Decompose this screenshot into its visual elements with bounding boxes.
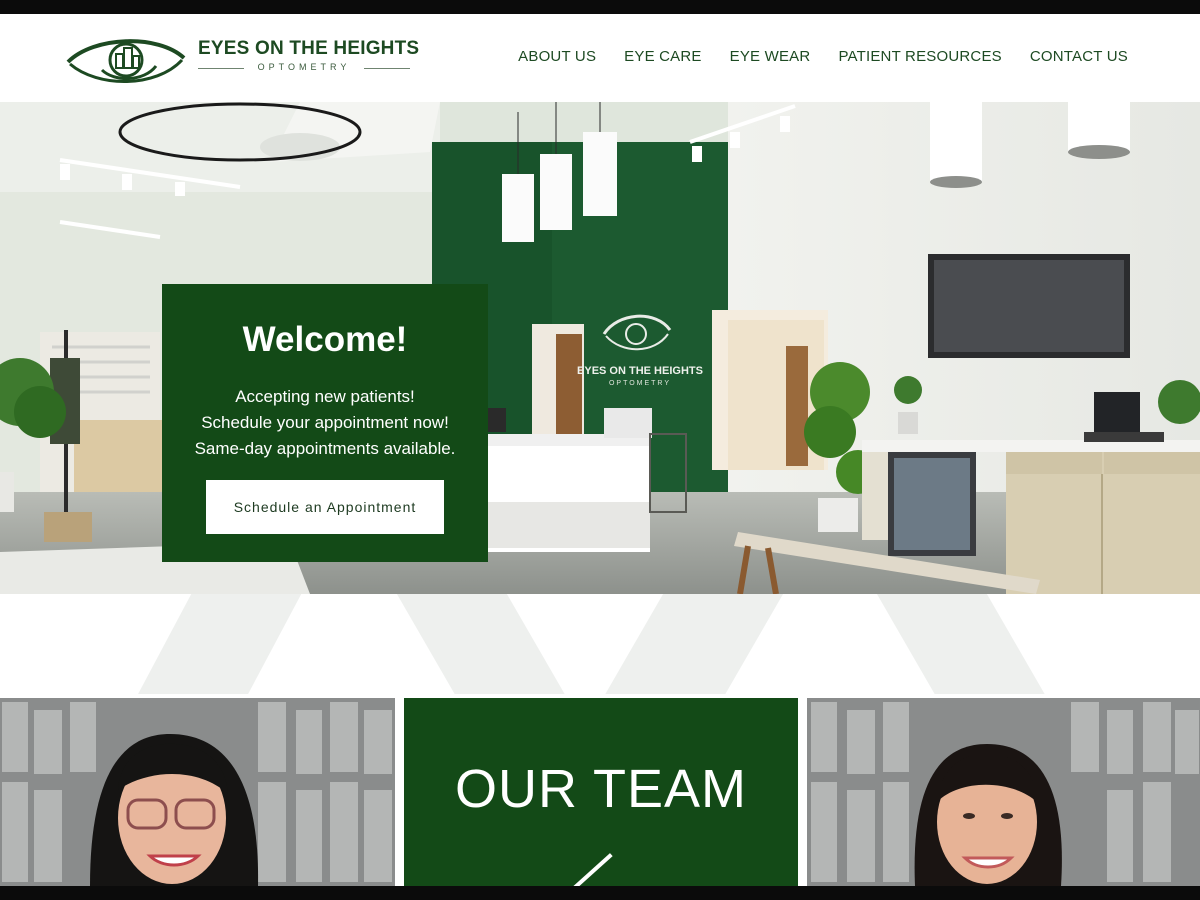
nav-about-us[interactable]: ABOUT US <box>518 48 596 65</box>
logo-tagline: OPTOMETRY <box>198 62 410 72</box>
team-member-photo-right[interactable] <box>807 698 1200 886</box>
site-header: EYES ON THE HEIGHTS OPTOMETRY ABOUT US E… <box>0 14 1200 102</box>
page: EYES ON THE HEIGHTS OPTOMETRY ABOUT US E… <box>0 14 1200 886</box>
site-logo[interactable]: EYES ON THE HEIGHTS OPTOMETRY <box>64 30 419 88</box>
our-team-panel[interactable]: OUR TEAM <box>404 698 798 886</box>
team-member-portrait <box>807 698 1200 886</box>
window-top-edge <box>0 0 1200 14</box>
hero-section: EYES ON THE HEIGHTS OPTOMETRY Welcome! Ac… <box>0 102 1200 594</box>
team-member-photo-left[interactable] <box>0 698 395 886</box>
welcome-text: Accepting new patients! Schedule your ap… <box>162 384 488 462</box>
our-team-heading: OUR TEAM <box>454 759 748 819</box>
eye-logo-icon <box>66 39 186 83</box>
logo-title: EYES ON THE HEIGHTS <box>198 38 420 59</box>
nav-contact-us[interactable]: CONTACT US <box>1030 48 1128 65</box>
nav-eye-care[interactable]: EYE CARE <box>624 48 701 65</box>
nav-patient-resources[interactable]: PATIENT RESOURCES <box>838 48 1001 65</box>
window-bottom-edge <box>0 886 1200 900</box>
divider-slash <box>571 853 613 886</box>
team-member-portrait <box>0 698 395 886</box>
welcome-line: Same-day appointments available. <box>194 439 456 458</box>
wall-sign-subtitle: OPTOMETRY <box>609 380 671 387</box>
welcome-panel: Welcome! Accepting new patients! Schedul… <box>162 284 488 562</box>
schedule-appointment-button[interactable]: Schedule an Appointment <box>206 480 444 534</box>
welcome-title: Welcome! <box>242 320 408 359</box>
welcome-line: Accepting new patients! <box>235 387 415 406</box>
wall-sign-title: EYES ON THE HEIGHTS <box>577 365 703 377</box>
main-nav: ABOUT US EYE CARE EYE WEAR PATIENT RESOU… <box>518 48 1128 65</box>
nav-eye-wear[interactable]: EYE WEAR <box>730 48 811 65</box>
welcome-line: Schedule your appointment now! <box>201 413 449 432</box>
